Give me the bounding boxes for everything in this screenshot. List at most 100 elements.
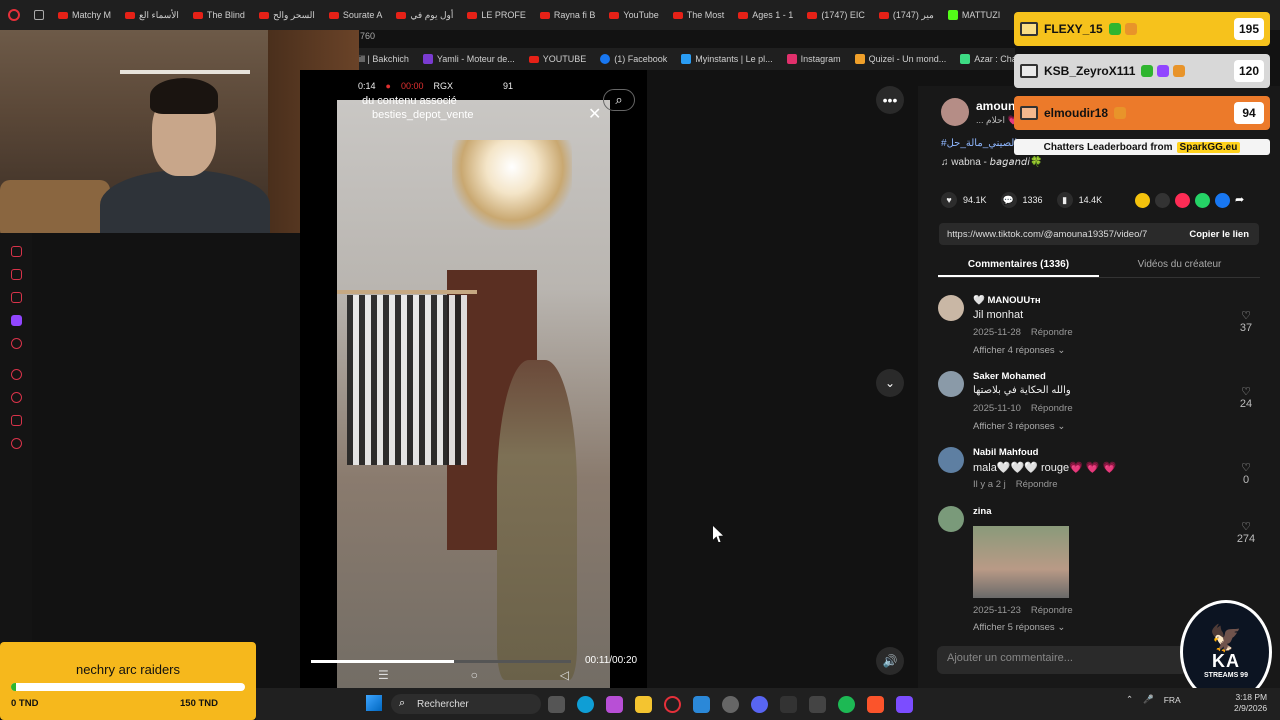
sidebar-icon[interactable] [10,292,22,303]
settings-icon[interactable] [10,438,22,449]
reply-button[interactable]: Répondre [1031,327,1073,338]
spotify-icon[interactable] [838,696,855,713]
bookmark-item[interactable]: YOUTUBE [528,54,586,64]
bookmark-item[interactable]: Matchy M [58,10,111,20]
app-icon[interactable] [809,696,826,713]
bookmark-item[interactable]: Sourate A [328,10,382,20]
avatar[interactable] [938,295,964,321]
bookmark-item[interactable]: (1747) EIC [807,10,865,20]
edge-icon[interactable] [577,696,594,713]
app-icon[interactable] [722,696,739,713]
show-replies-button[interactable]: Afficher 3 réponses ⌄ [973,421,1065,432]
workspace-icon[interactable] [34,10,44,20]
copilot-icon[interactable] [606,696,623,713]
comment-author[interactable]: 🤍 MANOUUᴛʜ [973,295,1041,306]
avatar[interactable] [938,371,964,397]
back-icon[interactable]: ◁ [560,668,569,682]
reply-button[interactable]: Répondre [1031,605,1073,616]
comment-author[interactable]: Saker Mohamed [973,371,1046,382]
facebook-icon[interactable] [1215,193,1230,208]
recents-icon[interactable]: ☰ [378,668,389,682]
bookmark-item[interactable]: Myinstants | Le pl... [681,54,773,64]
sidebar-icon[interactable] [10,269,22,280]
bookmark-item[interactable]: Ages 1 - 1 [738,10,793,20]
home-icon[interactable]: ○ [471,668,478,682]
opera-icon[interactable] [664,696,681,713]
comment-image[interactable] [973,526,1069,598]
copy-link-button[interactable]: Copier le lien [1189,229,1249,240]
share-arrow-icon[interactable]: ➦ [1235,193,1250,208]
comment-like[interactable]: ♡ 0 [1234,461,1258,486]
twitch-icon[interactable] [10,315,22,326]
sidebar-icon[interactable] [10,338,22,349]
like-stat[interactable]: ♥ 94.1K [941,192,987,208]
task-view-icon[interactable] [548,696,565,713]
send-icon[interactable] [1175,193,1190,208]
discord-icon[interactable] [751,696,768,713]
store-icon[interactable] [693,696,710,713]
video-account[interactable]: besties_depot_vente [372,109,474,121]
coin-icon[interactable] [1135,193,1150,208]
bookmark-item[interactable]: أول يوم في [396,10,453,21]
bookmark-item[interactable]: MATTUZI [947,10,1000,20]
bookmark-item[interactable]: Instagram [786,54,841,64]
file-explorer-icon[interactable] [635,696,652,713]
opera-icon[interactable] [8,9,20,21]
show-replies-button[interactable]: Afficher 5 réponses ⌄ [973,622,1065,632]
bookmark-item[interactable]: (1) Facebook [600,54,667,64]
close-icon[interactable]: ✕ [588,104,601,124]
app-icon[interactable] [896,696,913,713]
system-clock[interactable]: 3:18 PM 2/9/2026 [1234,692,1267,714]
capcut-icon[interactable] [780,696,797,713]
avatar[interactable] [938,506,964,532]
more-options-button[interactable]: ••• [876,86,904,114]
bookmark-item[interactable]: Quizei - Un mond... [854,54,946,64]
add-comment-input[interactable]: Ajouter un commentaire... [937,646,1187,674]
chevron-up-icon[interactable]: ⌃ [1126,694,1133,705]
video-progress[interactable] [311,660,571,663]
comment-like[interactable]: ♡ 24 [1234,385,1258,410]
tab-comments[interactable]: Commentaires (1336) [938,256,1099,277]
volume-button[interactable]: 🔊 [876,647,904,675]
bookmark-item[interactable]: YouTube [609,10,659,20]
save-stat[interactable]: ▮ 14.4K [1056,192,1102,208]
show-replies-button[interactable]: Afficher 4 réponses ⌄ [973,345,1065,356]
comment-author[interactable]: zina [973,506,991,517]
author-name[interactable]: amoun [976,99,1015,113]
bookmark-item[interactable]: LE PROFE [467,10,526,20]
bookmark-item[interactable]: السحر والح [258,10,315,21]
brave-icon[interactable] [867,696,884,713]
hashtag-link[interactable]: #الصيني_مالة_حل [941,138,1017,149]
video-player[interactable] [300,70,647,720]
extensions-icon[interactable] [10,415,22,426]
avatar[interactable] [938,447,964,473]
bookmark-item[interactable]: The Blind [192,10,245,20]
player-icon[interactable] [10,369,22,380]
bookmark-item[interactable]: Yamli - Moteur de... [422,54,515,64]
bookmark-item[interactable]: Rayna fi B [539,10,595,20]
bookmark-item[interactable]: مير (1747) [878,10,934,21]
windows-start-icon[interactable] [366,695,382,711]
comment-like[interactable]: ♡ 37 [1234,309,1258,334]
sidebar-icon[interactable] [10,246,22,257]
music-link[interactable]: ♫ wabna - 𝘣𝘢𝘨𝘢𝘯𝘥𝘪🍀 [941,157,1043,168]
tab-creator-videos[interactable]: Vidéos du créateur [1099,256,1260,277]
comment-author[interactable]: Nabil Mahfoud [973,447,1038,458]
reply-button[interactable]: Répondre [1031,403,1073,414]
embed-icon[interactable] [1155,193,1170,208]
bookmark-item[interactable]: The Most [672,10,724,20]
video-url[interactable]: https://www.tiktok.com/@amouna19357/vide… [947,229,1147,240]
search-icon[interactable]: ⌕ [603,89,635,111]
reply-button[interactable]: Répondre [1016,479,1058,490]
microphone-icon[interactable]: 🎤 [1143,694,1154,705]
comment-like[interactable]: ♡ 274 [1234,520,1258,545]
comment-stat[interactable]: 💬 1336 [1000,192,1043,208]
bookmark-item[interactable]: الأسماء الع [125,10,179,21]
history-icon[interactable] [10,392,22,403]
bookmark-item[interactable]: Azar : Chat Vidéo... [960,54,1015,64]
associated-content[interactable]: du contenu associé [362,95,457,107]
language-indicator[interactable]: FRA [1164,695,1181,705]
whatsapp-icon[interactable] [1195,193,1210,208]
bookmark-item[interactable]: ill | Bakchich [359,54,409,64]
author-avatar[interactable] [941,98,969,126]
